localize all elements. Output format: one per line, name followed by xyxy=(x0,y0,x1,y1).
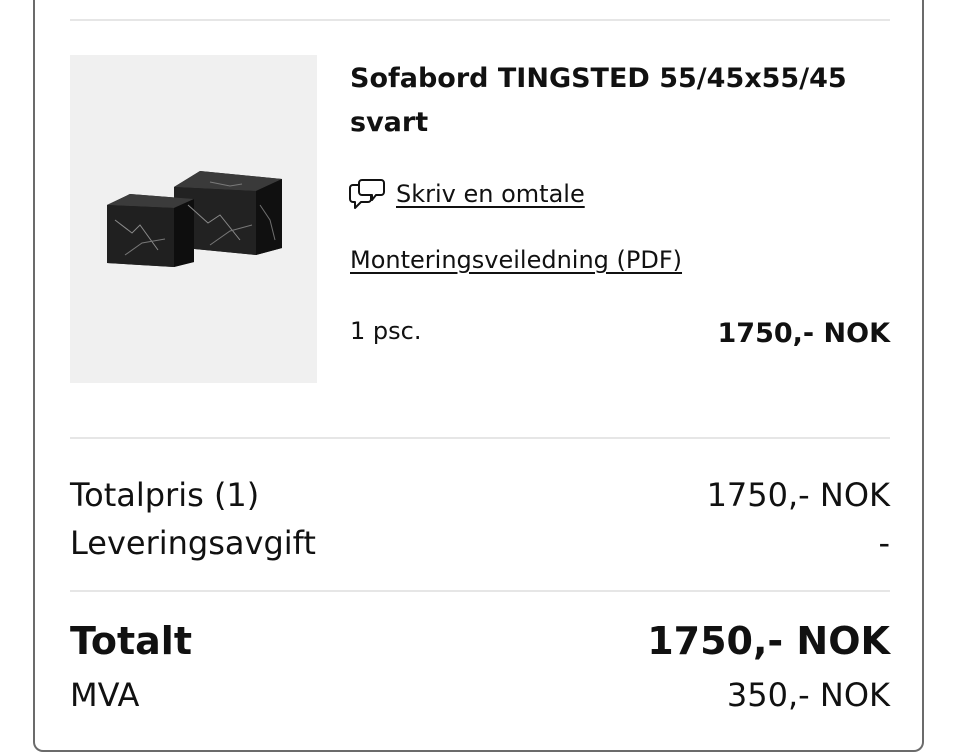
quantity-text: 1 psc. xyxy=(350,317,422,345)
assembly-instructions-link[interactable]: Monteringsveiledning (PDF) xyxy=(350,246,682,274)
total-label: Totalt xyxy=(70,619,192,663)
product-image-graphic xyxy=(107,171,282,267)
totalpris-label: Totalpris (1) xyxy=(70,476,260,514)
delivery-fee-value: - xyxy=(878,524,890,562)
product-title[interactable]: Sofabord TINGSTED 55/45x55/45 svart xyxy=(350,57,870,145)
vat-label: MVA xyxy=(70,676,140,714)
totalpris-value: 1750,- NOK xyxy=(706,476,890,514)
total-value: 1750,- NOK xyxy=(647,619,890,663)
summary-divider xyxy=(70,437,890,439)
vat-value: 350,- NOK xyxy=(726,676,890,714)
speech-bubbles-icon xyxy=(348,175,386,213)
write-review-link[interactable]: Skriv en omtale xyxy=(348,174,585,214)
delivery-fee-label: Leveringsavgift xyxy=(70,524,316,562)
write-review-label: Skriv en omtale xyxy=(396,180,585,208)
top-divider xyxy=(70,19,890,21)
product-image[interactable] xyxy=(70,55,317,383)
line-item-price: 1750,- NOK xyxy=(717,318,890,349)
total-divider xyxy=(70,590,890,592)
